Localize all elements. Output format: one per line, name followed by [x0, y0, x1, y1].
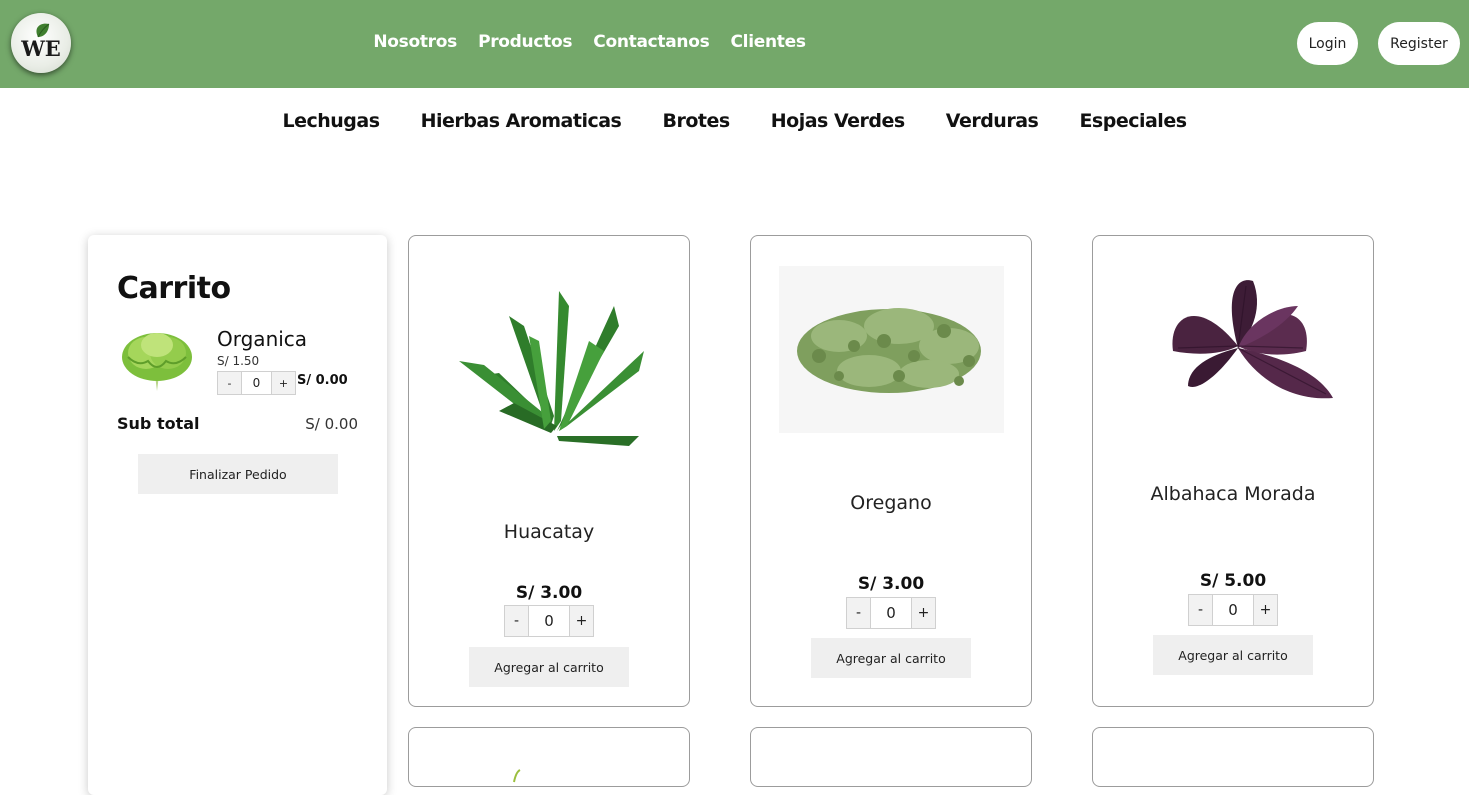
finish-order-button[interactable]: Finalizar Pedido: [138, 454, 338, 494]
add-to-cart-button[interactable]: Agregar al carrito: [811, 638, 971, 678]
cart-item-quantity-stepper: - 0 +: [217, 371, 296, 395]
cart-item-increment-button[interactable]: +: [272, 372, 295, 394]
product-price: S/ 3.00: [857, 574, 925, 594]
quantity-value[interactable]: 0: [528, 606, 570, 636]
main-nav: Nosotros Productos Contactanos Clientes: [0, 32, 1469, 52]
add-to-cart-button[interactable]: Agregar al carrito: [469, 647, 629, 687]
cart-panel: Carrito Organica S/ 1.50 - 0 + S/ 0.00 S…: [88, 235, 387, 795]
increment-button[interactable]: +: [1254, 595, 1277, 625]
register-button[interactable]: Register: [1378, 22, 1460, 65]
cart-item-name: Organica: [217, 327, 308, 351]
subtotal-label: Sub total: [117, 414, 200, 433]
category-brotes[interactable]: Brotes: [662, 110, 730, 132]
nav-nosotros[interactable]: Nosotros: [373, 32, 457, 52]
product-name: Huacatay: [503, 521, 595, 543]
product-price: S/ 5.00: [1199, 571, 1267, 591]
decrement-button[interactable]: -: [847, 598, 870, 628]
product-card: Albahaca Morada S/ 5.00 - 0 + Agregar al…: [1092, 235, 1374, 707]
add-to-cart-button[interactable]: Agregar al carrito: [1153, 635, 1313, 675]
decrement-button[interactable]: -: [1189, 595, 1212, 625]
category-hojas-verdes[interactable]: Hojas Verdes: [771, 110, 905, 132]
category-lechugas[interactable]: Lechugas: [282, 110, 380, 132]
subtotal-value: S/ 0.00: [305, 415, 358, 433]
product-card: Huacatay S/ 3.00 - 0 + Agregar al carrit…: [408, 235, 690, 707]
sprout-icon: [513, 769, 521, 783]
huacatay-herb-icon: [459, 291, 644, 446]
lettuce-icon: [122, 333, 192, 391]
category-nav: Lechugas Hierbas Aromaticas Brotes Hojas…: [0, 110, 1469, 132]
category-especiales[interactable]: Especiales: [1079, 110, 1187, 132]
product-quantity-stepper: - 0 +: [1093, 594, 1373, 626]
product-card-partial: [1092, 727, 1374, 787]
product-price: S/ 3.00: [515, 583, 583, 603]
product-name: Albahaca Morada: [1150, 483, 1316, 505]
product-quantity-stepper: - 0 +: [409, 605, 689, 637]
login-button[interactable]: Login: [1297, 22, 1358, 65]
nav-contactanos[interactable]: Contactanos: [593, 32, 709, 52]
product-name: Oregano: [850, 492, 932, 514]
increment-button[interactable]: +: [912, 598, 935, 628]
product-card-partial: [750, 727, 1032, 787]
purple-basil-icon: [1172, 280, 1333, 399]
decrement-button[interactable]: -: [505, 606, 528, 636]
cart-item-decrement-button[interactable]: -: [218, 372, 241, 394]
nav-clientes[interactable]: Clientes: [731, 32, 806, 52]
cart-item-quantity-value[interactable]: 0: [241, 372, 272, 394]
product-quantity-stepper: - 0 +: [751, 597, 1031, 629]
cart-title: Carrito: [117, 271, 231, 306]
cart-item-line-total: S/ 0.00: [297, 373, 348, 388]
category-hierbas-aromaticas[interactable]: Hierbas Aromaticas: [421, 110, 622, 132]
product-card-partial: [408, 727, 690, 787]
nav-productos[interactable]: Productos: [478, 32, 572, 52]
category-verduras[interactable]: Verduras: [946, 110, 1039, 132]
top-navbar: WE Nosotros Productos Contactanos Client…: [0, 0, 1469, 88]
quantity-value[interactable]: 0: [870, 598, 912, 628]
product-card: Oregano S/ 3.00 - 0 + Agregar al carrito: [750, 235, 1032, 707]
cart-item-unit-price: S/ 1.50: [217, 354, 260, 368]
increment-button[interactable]: +: [570, 606, 593, 636]
quantity-value[interactable]: 0: [1212, 595, 1254, 625]
oregano-herb-icon: [778, 266, 1004, 433]
